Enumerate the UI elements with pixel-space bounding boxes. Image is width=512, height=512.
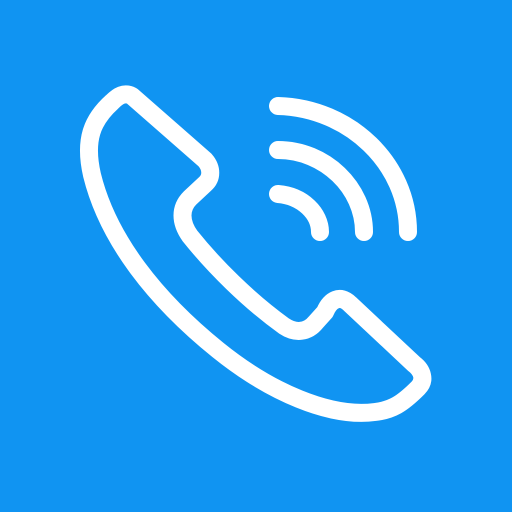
phone-call-icon <box>80 85 432 422</box>
phone-call-app-icon[interactable] <box>0 0 512 512</box>
signal-wave-small <box>269 185 329 241</box>
